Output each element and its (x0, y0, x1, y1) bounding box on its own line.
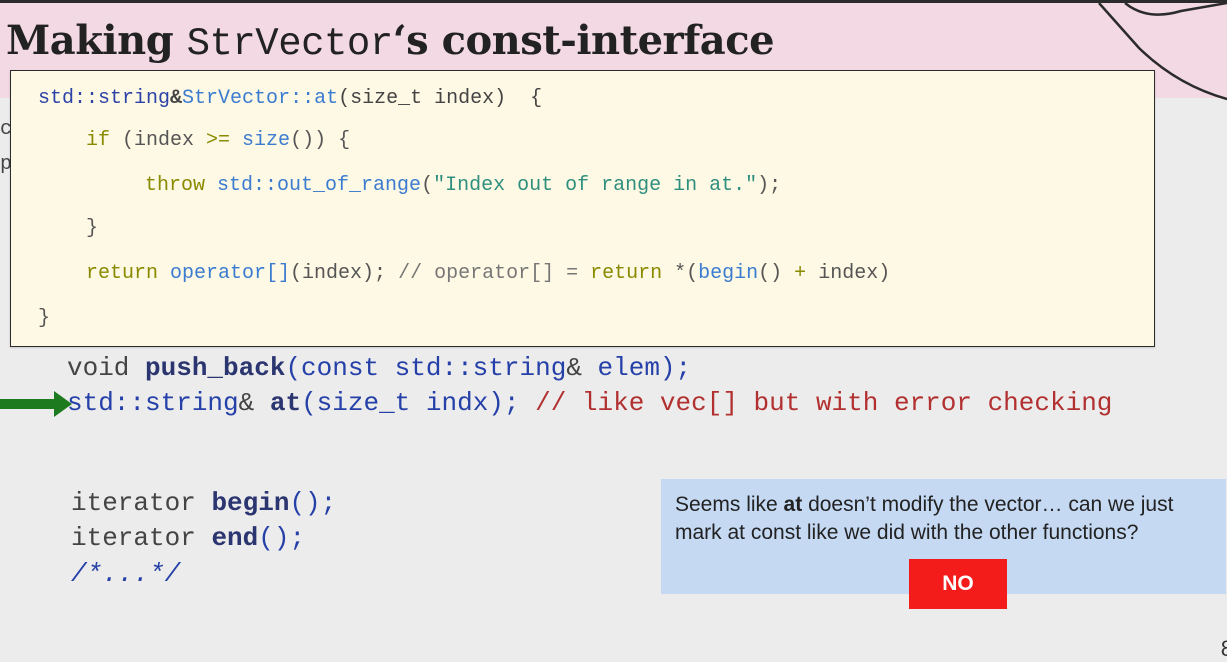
args-end: (); (258, 523, 306, 553)
func-name: at (314, 87, 339, 110)
ret-string: std::string (67, 388, 239, 418)
exception-type: std::out_of_range (205, 174, 422, 197)
kw-if: if (86, 129, 111, 152)
amp: & (566, 353, 582, 383)
args-push-back: (const std::string (285, 353, 567, 383)
ret-iterator: iterator (71, 523, 212, 553)
title-rest: ‘s const-interface (392, 17, 775, 64)
ret-type: std::string (38, 87, 171, 110)
fn-size: size (230, 129, 291, 152)
cond-b: ()) { (290, 129, 351, 152)
ret-iterator: iterator (71, 488, 212, 518)
slide-title: Making StrVector‘s const-interface (6, 17, 775, 66)
error-string: "Index out of range in at." (433, 174, 758, 197)
kw-return: return (86, 262, 159, 285)
fn-begin: begin (698, 262, 759, 285)
callout-prefix: Seems like (675, 493, 784, 516)
title-class-name: StrVector (186, 22, 394, 66)
name-end: end (211, 523, 259, 553)
code-popup: std::string&StrVector::at(size_t index) … (10, 70, 1155, 347)
decl-at: std::string& at(size_t indx); // like ve… (67, 388, 1112, 418)
comment-at: // like vec[] but with error checking (519, 388, 1113, 418)
popup-line-4: } (86, 217, 99, 240)
callout-bold: at (783, 493, 803, 516)
amp: & (238, 388, 255, 418)
op-ge: >= (206, 129, 231, 152)
func-args: (size_t index) { (338, 87, 543, 110)
call-parens: () (758, 262, 795, 285)
name-push-back: push_back (145, 353, 286, 383)
popup-line-6: } (38, 307, 51, 330)
comment: // operator[] = (386, 262, 591, 285)
popup-line-5: return operator[](index); // operator[] … (86, 262, 890, 285)
deref: *( (662, 262, 699, 285)
arrow-right-icon (0, 391, 72, 417)
index-close: index) (806, 262, 891, 285)
cond-a: (index (110, 129, 207, 152)
paren-open: ( (421, 174, 434, 197)
page-number: 8 (1220, 636, 1227, 661)
popup-line-1: std::string&StrVector::at(size_t index) … (38, 87, 542, 110)
title-making: Making (6, 17, 174, 64)
ellipsis-comment: /*...*/ (71, 559, 181, 589)
kw-throw: throw (145, 174, 206, 197)
popup-line-3: throw std::out_of_range("Index out of ra… (145, 174, 781, 197)
name-begin: begin (211, 488, 290, 518)
kw-return-2: return (590, 262, 663, 285)
op-plus: + (794, 262, 807, 285)
op-args: (index); (290, 262, 387, 285)
decl-push-back: void push_back(const std::string& elem); (67, 353, 691, 383)
fn-operator: operator[] (158, 262, 291, 285)
ret-void: void (67, 353, 146, 383)
decl-begin: iterator begin(); (71, 488, 336, 518)
no-badge: NO (909, 559, 1007, 609)
args-at: (size_t indx); (301, 388, 520, 418)
name-at: at (254, 388, 302, 418)
scope: StrVector:: (182, 87, 315, 110)
args-begin: (); (289, 488, 337, 518)
ref-amp: & (170, 87, 183, 110)
paren-close: ); (757, 174, 782, 197)
rest-push-back: elem); (581, 353, 692, 383)
decl-end: iterator end(); (71, 523, 305, 553)
popup-line-2: if (index >= size()) { (86, 129, 350, 152)
